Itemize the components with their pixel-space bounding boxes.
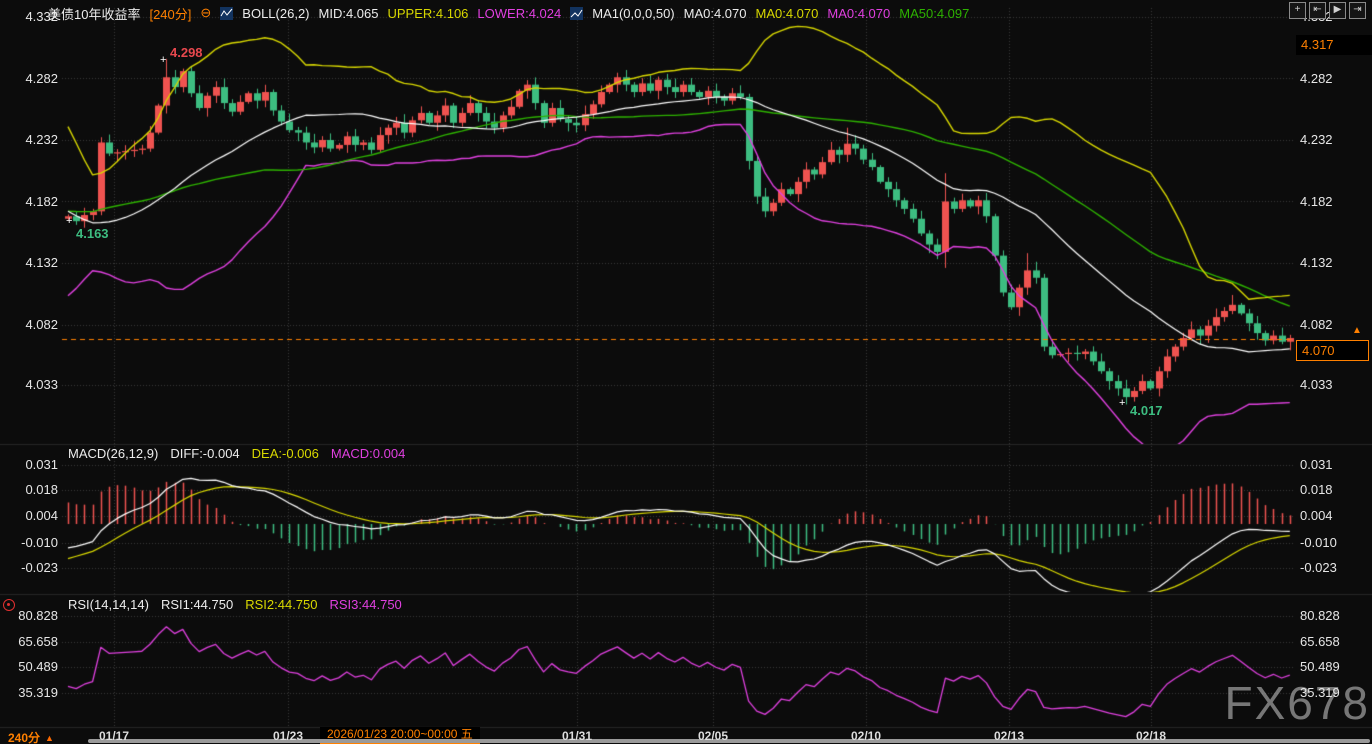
rsi-axis-label-right: 65.658 xyxy=(1300,634,1340,650)
macd-axis-label-right: 0.018 xyxy=(1300,482,1333,498)
macd-hist-value: MACD:0.004 xyxy=(331,446,405,461)
rsi-axis-label-right: 80.828 xyxy=(1300,608,1340,624)
macd-axis-label-left: 0.018 xyxy=(0,482,58,498)
macd-label: MACD(26,12,9) xyxy=(68,446,158,461)
rsi-axis-label-left: 50.489 xyxy=(0,659,58,675)
date-axis-label: 02/10 xyxy=(842,729,890,743)
swing-high-annotation: 4.298 xyxy=(170,45,203,60)
price-up-arrow-icon: ▲ xyxy=(1352,325,1362,336)
price-axis-label-right: 4.132 xyxy=(1300,255,1333,271)
rsi2-value: RSI2:44.750 xyxy=(245,597,317,612)
price-axis-label-right: 4.082 xyxy=(1300,317,1333,333)
price-axis-label-right: 4.033 xyxy=(1300,377,1333,393)
low-left-cross-marker: + xyxy=(66,216,72,227)
date-axis-label: 01/17 xyxy=(90,729,138,743)
price-axis-label-right: 4.282 xyxy=(1300,71,1333,87)
rsi3-value: RSI3:44.750 xyxy=(330,597,402,612)
ma50-value: MA50:4.097 xyxy=(899,6,969,21)
high-cross-marker: + xyxy=(160,55,166,66)
high-price-marker: 4.317 xyxy=(1296,35,1372,55)
price-axis-label-left: 4.082 xyxy=(0,317,58,333)
rsi-axis-label-left: 65.658 xyxy=(0,634,58,650)
boll-upper-value: UPPER:4.106 xyxy=(387,6,468,21)
boll-lower-value: LOWER:4.024 xyxy=(477,6,561,21)
price-axis-label-right: 4.182 xyxy=(1300,194,1333,210)
zoom-out-icon[interactable]: ⊖ xyxy=(200,5,211,21)
ma0-yellow-value: MA0:4.070 xyxy=(756,6,819,21)
watermark: FX678 xyxy=(1224,676,1370,730)
rsi1-value: RSI1:44.750 xyxy=(161,597,233,612)
timeframe-badge[interactable]: [240分] xyxy=(149,4,191,23)
macd-axis-label-right: 0.031 xyxy=(1300,457,1333,473)
pan-left-icon[interactable]: ⇤ xyxy=(1309,2,1326,19)
rsi-axis-label-left: 35.319 xyxy=(0,685,58,701)
ma-indicator-icon xyxy=(570,7,583,20)
rsi-axis-label-right: 35.319 xyxy=(1300,685,1340,701)
crosshair-icon[interactable]: + xyxy=(1289,2,1306,19)
shift-right-icon[interactable]: ⇥ xyxy=(1349,2,1366,19)
rsi-axis-label-right: 50.489 xyxy=(1300,659,1340,675)
price-axis-label-right: 4.232 xyxy=(1300,132,1333,148)
swing-low-right-annotation: 4.017 xyxy=(1130,403,1163,418)
macd-axis-label-right: -0.023 xyxy=(1300,560,1337,576)
date-axis-label: 01/31 xyxy=(553,729,601,743)
auto-scroll-icon[interactable]: ▶ xyxy=(1329,2,1346,19)
price-axis-label-left: 4.132 xyxy=(0,255,58,271)
ma-label: MA1(0,0,0,50) xyxy=(592,6,674,21)
ma0-white-value: MA0:4.070 xyxy=(684,6,747,21)
price-axis-label-left: 4.182 xyxy=(0,194,58,210)
current-price-box: 4.070 xyxy=(1296,340,1369,361)
boll-mid-value: MID:4.065 xyxy=(319,6,379,21)
date-axis-label: 01/23 xyxy=(264,729,312,743)
indicator-header: 美债10年收益率 [240分] ⊖ BOLL(26,2) MID:4.065 U… xyxy=(48,3,969,23)
rsi-header: RSI(14,14,14) RSI1:44.750 RSI2:44.750 RS… xyxy=(68,597,402,612)
chart-canvas[interactable] xyxy=(0,0,1372,744)
macd-axis-label-left: 0.031 xyxy=(0,457,58,473)
macd-dea-value: DEA:-0.006 xyxy=(252,446,319,461)
low-right-cross-marker: + xyxy=(1119,398,1125,409)
price-axis-label-left: 4.282 xyxy=(0,71,58,87)
bottom-timeframe-label: 240分 xyxy=(8,729,40,744)
date-axis-label: 02/13 xyxy=(985,729,1033,743)
macd-diff-value: DIFF:-0.004 xyxy=(170,446,239,461)
bottom-timeframe-selector[interactable]: 240分 ▲ xyxy=(8,729,54,744)
timeframe-arrow-icon: ▲ xyxy=(45,733,54,743)
macd-axis-label-right: 0.004 xyxy=(1300,508,1333,524)
price-axis-label-left: 4.033 xyxy=(0,377,58,393)
price-axis-label-left: 4.232 xyxy=(0,132,58,148)
date-axis-label: 02/05 xyxy=(689,729,737,743)
swing-low-left-annotation: 4.163 xyxy=(76,226,109,241)
date-axis-label: 02/18 xyxy=(1127,729,1175,743)
macd-axis-label-left: -0.023 xyxy=(0,560,58,576)
ma0-magenta-value: MA0:4.070 xyxy=(827,6,890,21)
chart-app: 美债10年收益率 [240分] ⊖ BOLL(26,2) MID:4.065 U… xyxy=(0,0,1372,744)
macd-header: MACD(26,12,9) DIFF:-0.004 DEA:-0.006 MAC… xyxy=(68,446,405,461)
macd-axis-label-left: 0.004 xyxy=(0,508,58,524)
chart-toolbar: +⇤▶⇥ xyxy=(1289,2,1366,19)
macd-axis-label-left: -0.010 xyxy=(0,535,58,551)
rsi-axis-label-left: 80.828 xyxy=(0,608,58,624)
boll-indicator-icon xyxy=(220,7,233,20)
macd-axis-label-right: -0.010 xyxy=(1300,535,1337,551)
instrument-title: 美债10年收益率 xyxy=(48,4,140,23)
boll-label: BOLL(26,2) xyxy=(242,6,309,21)
rsi-label: RSI(14,14,14) xyxy=(68,597,149,612)
